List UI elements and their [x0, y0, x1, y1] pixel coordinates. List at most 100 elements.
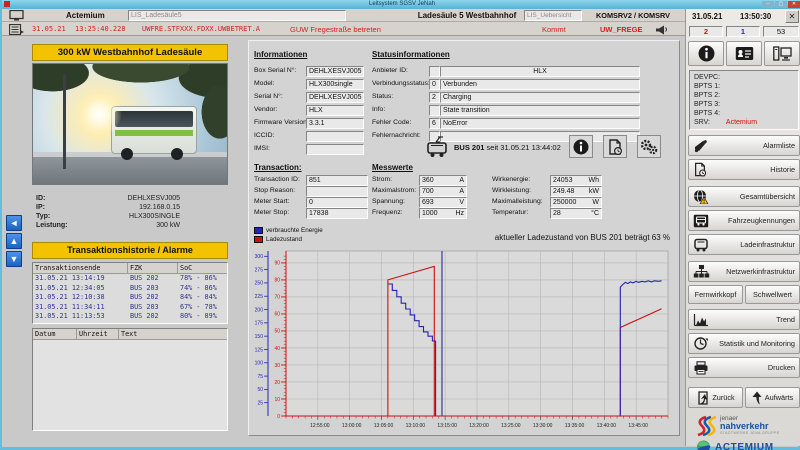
- svg-text:20: 20: [274, 380, 280, 386]
- jenah-logo: jenaer nahverkehr STADTWERKE JENA GRUPPE: [694, 415, 798, 437]
- table-row[interactable]: 31.05.21 11:34:11BUS 20367% - 78%: [33, 303, 227, 313]
- svg-text:250: 250: [255, 281, 264, 287]
- info-value[interactable]: [306, 144, 364, 155]
- nav-down-button[interactable]: ▼: [6, 251, 22, 267]
- bus-settings-button[interactable]: [637, 135, 661, 158]
- alarm-source: UWFRE.STFXXX.FDXX.UWBETRET.A: [142, 25, 260, 33]
- col-text: Text: [119, 329, 225, 339]
- close-button[interactable]: ✕: [788, 1, 800, 8]
- info-value[interactable]: DEHLXESVJ005: [306, 66, 364, 77]
- bus-icon: [693, 238, 709, 252]
- transaction-value[interactable]: 851: [306, 175, 368, 186]
- maximize-button[interactable]: ▢: [775, 1, 787, 8]
- label-fahrzeugkennungen: Fahrzeugkennungen: [728, 216, 795, 225]
- info-value[interactable]: HLX: [306, 105, 364, 116]
- transaction-value[interactable]: [306, 186, 368, 197]
- alarm-list-icon[interactable]: [9, 24, 24, 35]
- info-label: IMSI:: [254, 145, 270, 152]
- label-alarmliste: Alarmliste: [763, 141, 795, 150]
- alarm-station: UW_FREGE: [600, 25, 643, 34]
- device-power: 300 kW: [92, 221, 180, 230]
- trend-chart[interactable]: 2550751001251501752002252502753000102030…: [250, 246, 674, 432]
- left-view-field[interactable]: LIS_Ladesäule5: [128, 10, 346, 21]
- station-photo: [32, 63, 228, 185]
- workstation-button[interactable]: [764, 41, 800, 66]
- info-button[interactable]: [688, 41, 724, 66]
- device-id-label: ID:: [36, 195, 45, 202]
- mw-label: Strom:: [372, 176, 392, 183]
- transactions-table[interactable]: Transaktionsende FZK SoC 31.05.21 13:14:…: [32, 262, 228, 324]
- sidebar-button-alarmliste[interactable]: Alarmliste: [688, 135, 800, 156]
- sidebar-button-historie[interactable]: Historie: [688, 159, 800, 180]
- label-netzwerkinfrastruktur: Netzwerkinfrastruktur: [726, 267, 795, 276]
- history-title: Transaktionshistorie / Alarme: [32, 242, 228, 259]
- status-section-title: Statusinformationen: [372, 50, 450, 59]
- device-power-label: Leistung:: [36, 222, 68, 229]
- svg-text:70: 70: [274, 295, 280, 301]
- table-row[interactable]: 31.05.21 13:14:19BUS 20278% - 86%: [33, 274, 227, 284]
- table-row[interactable]: 31.05.21 12:34:05BUS 20374% - 86%: [33, 284, 227, 294]
- dev-label: BPTS 1:: [694, 83, 720, 90]
- info-icon: [573, 139, 589, 155]
- table-row[interactable]: 31.05.21 11:13:53BUS 20280% - 89%: [33, 312, 227, 322]
- svg-text:13:15:00: 13:15:00: [437, 423, 457, 429]
- actemium-logo-icon: [696, 440, 711, 450]
- label-aufwaerts: Aufwärts: [765, 393, 793, 402]
- actemium-logo-text: ACTEMIUM: [715, 442, 774, 450]
- svg-text:10: 10: [274, 397, 280, 403]
- application-window: Leitsystem SGSV JeNah – ▢ ✕ Actemium LIS…: [0, 0, 800, 450]
- nav-up-button[interactable]: ▲: [6, 233, 22, 249]
- info-value[interactable]: HLX300single: [306, 79, 364, 90]
- sidebar-button-fernwirkkopf[interactable]: Fernwirkkopf: [688, 285, 743, 304]
- device-ip-label: IP:: [36, 204, 45, 211]
- info-section-title: Informationen: [254, 50, 307, 59]
- info-value[interactable]: DEHLXESVJ005: [306, 92, 364, 103]
- bus-info-button[interactable]: [569, 135, 593, 158]
- status-code: 0: [429, 79, 440, 90]
- minimize-button[interactable]: –: [762, 1, 774, 8]
- jenah-logo-icon: [694, 415, 716, 437]
- table-row[interactable]: 31.05.21 12:10:38BUS 20284% - 84%: [33, 293, 227, 303]
- operator-button[interactable]: [726, 41, 762, 66]
- nav-back-button[interactable]: ◄: [6, 215, 22, 231]
- transaction-label: Transaction ID:: [254, 176, 300, 183]
- transaction-value[interactable]: 17838: [306, 208, 368, 219]
- dev-label: SRV:: [694, 119, 710, 126]
- sidebar-button-fahrzeugkennungen[interactable]: Fahrzeugkennungen: [688, 210, 800, 231]
- status-code: 6: [429, 118, 440, 129]
- svg-text:200: 200: [255, 307, 264, 313]
- sidebar-button-drucken[interactable]: Drucken: [688, 357, 800, 378]
- sidebar-button-gesamtuebersicht[interactable]: Gesamtübersicht: [688, 186, 800, 207]
- sidebar-button-zurueck[interactable]: Zurück: [688, 387, 743, 408]
- sidebar-button-netzwerkinfrastruktur[interactable]: Netzwerkinfrastruktur: [688, 261, 800, 282]
- mw-value: 360A: [419, 175, 467, 186]
- svg-text:13:00:00: 13:00:00: [342, 423, 362, 429]
- dev-label: BPTS 4:: [694, 110, 720, 117]
- svg-text:60: 60: [274, 312, 280, 318]
- bus-history-button[interactable]: [603, 135, 627, 158]
- info-value[interactable]: 3.3.1: [306, 118, 364, 129]
- view-close-button[interactable]: ✕: [785, 10, 799, 23]
- info-label: Box Serial N°:: [254, 67, 296, 74]
- mw-label: Maximalleistung:: [492, 198, 543, 205]
- svg-text:12:55:00: 12:55:00: [310, 423, 330, 429]
- sidebar-button-aufwaerts[interactable]: Aufwärts: [745, 387, 800, 408]
- horn-icon[interactable]: [655, 24, 668, 35]
- right-view-field[interactable]: LIS_Uebersicht: [524, 10, 582, 21]
- sidebar-button-statistik[interactable]: Statistik und Monitoring: [688, 333, 800, 354]
- svg-text:13:45:00: 13:45:00: [628, 423, 648, 429]
- device-ip: 192.168.0.15: [92, 203, 180, 212]
- sidebar-button-ladeinfrastruktur[interactable]: Ladeinfrastruktur: [688, 234, 800, 255]
- status-value: NoError: [440, 118, 640, 129]
- window-titlebar: Leitsystem SGSV JeNah – ▢ ✕: [2, 0, 800, 9]
- info-value[interactable]: [306, 131, 364, 142]
- sidebar-button-trend[interactable]: Trend: [688, 309, 800, 330]
- info-label: ICCID:: [254, 132, 274, 139]
- transaction-value[interactable]: 0: [306, 197, 368, 208]
- count-alarms-blue: 1: [726, 26, 760, 37]
- device-typ-label: Typ:: [36, 213, 50, 220]
- svg-text:13:10:00: 13:10:00: [406, 423, 426, 429]
- alarms-table[interactable]: Datum Uhrzeit Text: [32, 328, 228, 431]
- transaction-section-title: Transaction:: [254, 163, 302, 172]
- sidebar-button-schwellwert[interactable]: Schwellwert: [745, 285, 800, 304]
